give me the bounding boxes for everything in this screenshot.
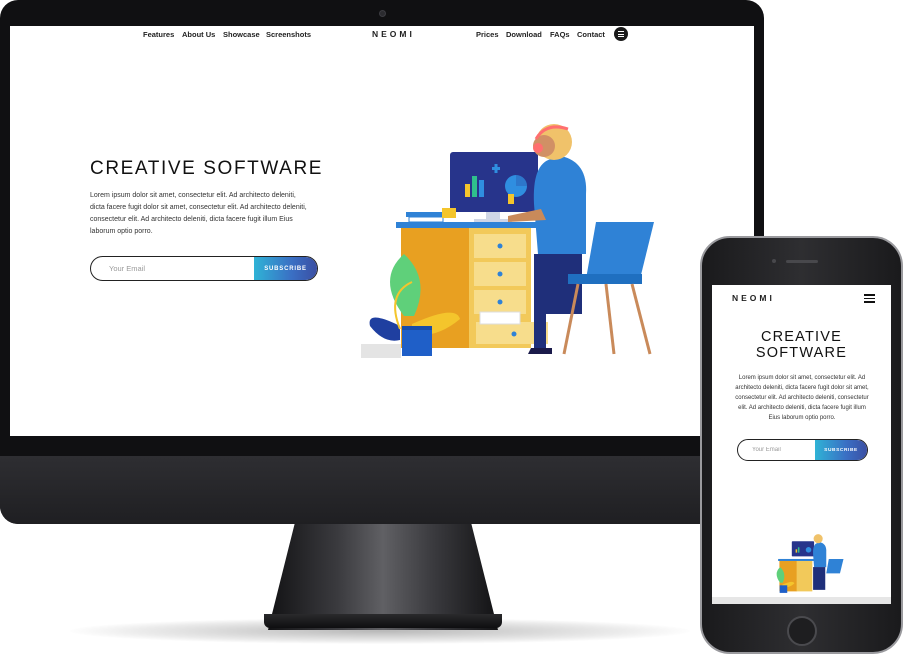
brand-logo[interactable]: NEOMI [372, 29, 415, 39]
subscribe-form: SUBSCRIBE [90, 256, 318, 281]
hamburger-icon[interactable] [864, 294, 875, 303]
home-button[interactable] [787, 616, 817, 646]
nav-link-showcase[interactable]: Showcase [223, 30, 260, 39]
mobile-workspace-illustration [776, 534, 844, 593]
imac-camera [379, 10, 386, 17]
mobile-title-line1: CREATIVE [760, 329, 843, 345]
hamburger-circle-icon[interactable] [614, 27, 628, 41]
email-input[interactable] [91, 257, 257, 280]
mobile-section-divider [712, 597, 891, 604]
nav-link-about-us[interactable]: About Us [182, 30, 215, 39]
phone-camera [772, 259, 776, 263]
mobile-title-line2: SOFTWARE [755, 345, 848, 361]
imac-stand-base [264, 614, 502, 628]
workspace-illustration [361, 124, 654, 358]
mobile-email-input[interactable] [738, 440, 816, 460]
desktop-screen: Features About Us Showcase Screenshots N… [10, 26, 754, 436]
mobile-hero-description: Lorem ipsum dolor sit amet, consectetur … [735, 375, 869, 421]
desktop-nav: Features About Us Showcase Screenshots N… [10, 26, 754, 44]
nav-link-contact[interactable]: Contact [577, 30, 605, 39]
nav-link-screenshots[interactable]: Screenshots [266, 30, 311, 39]
imac-frame: Features About Us Showcase Screenshots N… [0, 0, 764, 524]
phone-frame: NEOMI CREATIVE SOFTWARE Lorem ipsum dolo… [700, 236, 903, 654]
mobile-screen: NEOMI CREATIVE SOFTWARE Lorem ipsum dolo… [712, 285, 891, 604]
hero-description: Lorem ipsum dolor sit amet, consectetur … [90, 192, 307, 235]
nav-link-download[interactable]: Download [506, 30, 542, 39]
nav-link-features[interactable]: Features [143, 30, 174, 39]
phone-speaker [786, 260, 818, 263]
mobile-subscribe-button[interactable]: SUBSCRIBE [815, 440, 867, 460]
subscribe-button[interactable]: SUBSCRIBE [254, 257, 317, 280]
mobile-hero-title: CREATIVE SOFTWARE [712, 329, 891, 361]
imac-chin [0, 456, 764, 524]
hero-title: CREATIVE SOFTWARE [90, 158, 324, 179]
nav-link-prices[interactable]: Prices [476, 30, 499, 39]
mobile-brand-logo[interactable]: NEOMI [732, 293, 775, 303]
mobile-subscribe-form: SUBSCRIBE [737, 439, 868, 461]
nav-link-faqs[interactable]: FAQs [550, 30, 570, 39]
